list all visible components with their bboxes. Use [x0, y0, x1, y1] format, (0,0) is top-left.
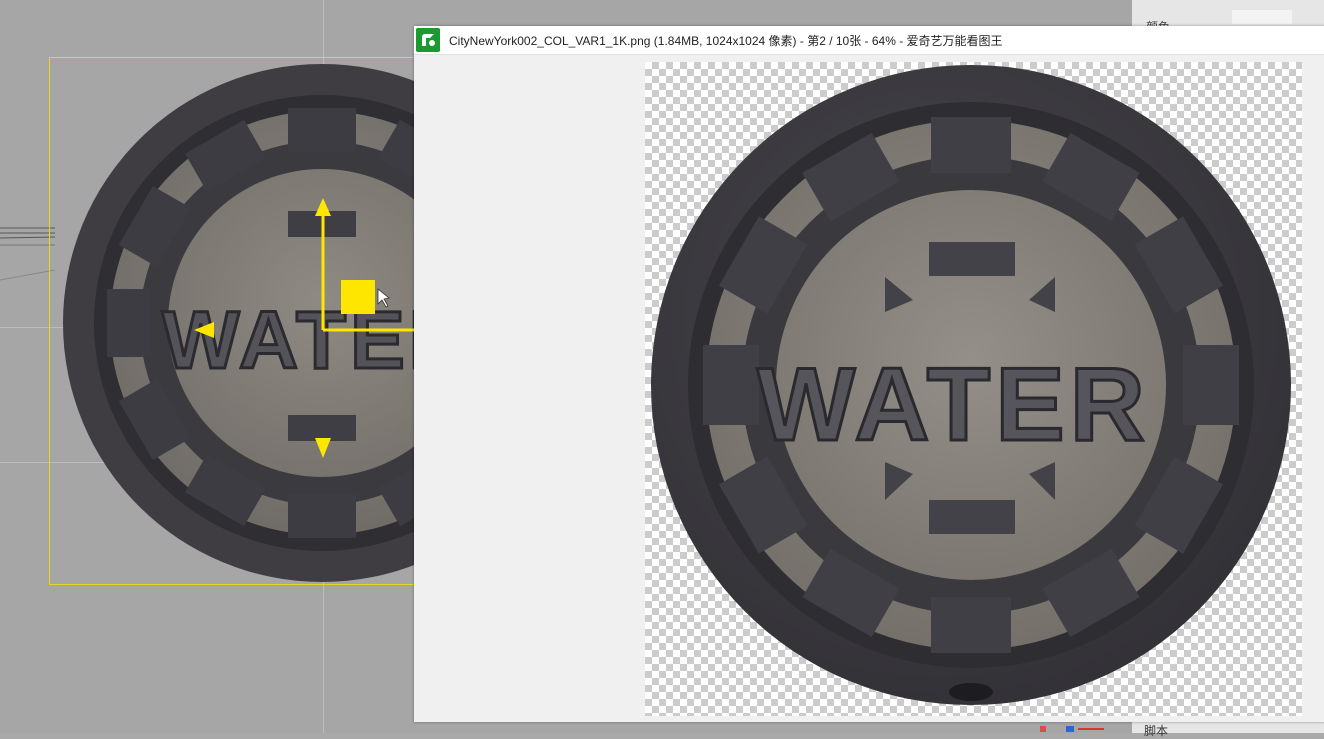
- viewer-titlebar[interactable]: CityNewYork002_COL_VAR1_1K.png (1.84MB, …: [414, 26, 1324, 55]
- image-viewer-window[interactable]: CityNewYork002_COL_VAR1_1K.png (1.84MB, …: [414, 26, 1324, 722]
- color-swatch-field[interactable]: [1232, 10, 1292, 24]
- picture-viewer-app-icon: [416, 28, 440, 52]
- mouse-pointer-icon: [377, 288, 390, 308]
- manhole-cover-image: WATER: [651, 65, 1291, 705]
- status-icons: [1040, 726, 1104, 732]
- cover-embossed-text: WATER: [757, 347, 1150, 463]
- image-canvas[interactable]: WATER: [645, 62, 1302, 716]
- panel-label-script: 脚本: [1144, 724, 1169, 738]
- viewer-window-title: CityNewYork002_COL_VAR1_1K.png (1.84MB, …: [449, 34, 1003, 48]
